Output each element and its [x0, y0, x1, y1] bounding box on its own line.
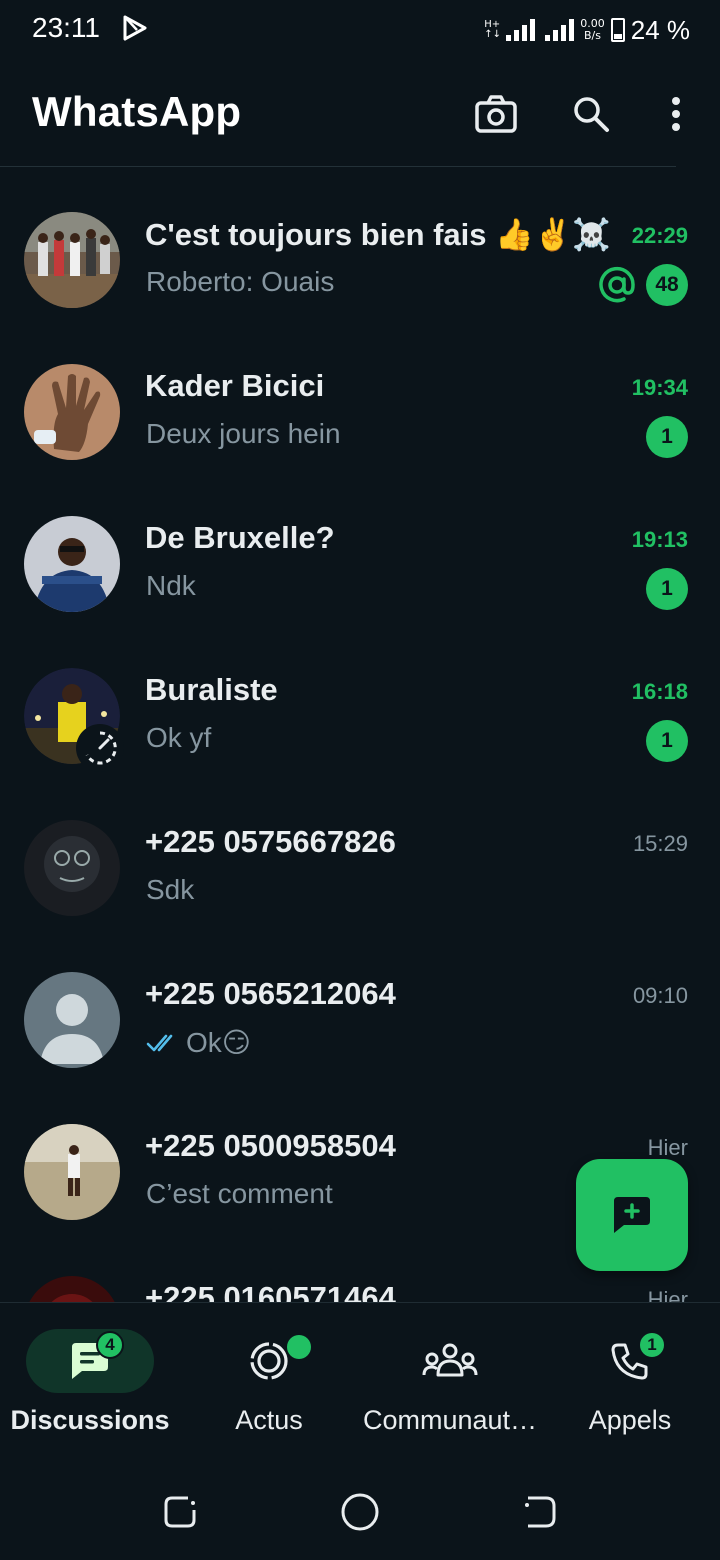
avatar — [24, 212, 120, 308]
chat-time: Hier — [647, 1135, 688, 1160]
avatar — [24, 820, 120, 916]
chat-time: Hier — [647, 1287, 688, 1302]
chat-row[interactable]: Kader Bicici Deux jours hein 19:34 1 — [0, 320, 720, 472]
chat-time: 19:13 — [631, 527, 688, 552]
chat-row[interactable]: C'est toujours bien fais 👍✌️☠️ Roberto: … — [0, 168, 720, 320]
tab-actus[interactable]: Actus — [205, 1303, 333, 1461]
chat-row[interactable]: Buraliste Ok yf 16:18 1 — [0, 624, 720, 776]
chat-row[interactable]: +225 0575667826 Sdk 15:29 — [0, 776, 720, 928]
chat-preview: C’est comment — [146, 1178, 333, 1209]
status-bar: 23:11 H+ ↑↓ 0.00 B/s 24 % — [0, 0, 720, 60]
app-title: WhatsApp — [32, 88, 242, 135]
chat-preview: Sdk — [146, 874, 195, 905]
unread-badge: 1 — [646, 568, 688, 610]
tab-discussions[interactable]: 4 Discussions — [10, 1303, 170, 1461]
tab-label: Communaut… — [362, 1405, 538, 1435]
avatar — [24, 1276, 120, 1302]
tab-label: Discussions — [10, 1405, 170, 1435]
more-vert-icon[interactable] — [652, 90, 700, 138]
tab-appels[interactable]: 1 Appels — [566, 1303, 694, 1461]
home-icon[interactable] — [340, 1492, 380, 1532]
tab-label: Appels — [588, 1405, 672, 1435]
search-icon[interactable] — [567, 90, 615, 138]
tab-badge: 1 — [638, 1331, 666, 1359]
communities-icon — [422, 1343, 478, 1377]
chat-preview: Ok😏 — [146, 1026, 251, 1059]
chat-time: 22:29 — [631, 223, 688, 248]
status-ring-icon — [76, 724, 124, 772]
chat-name: +225 0160571464 — [145, 1280, 396, 1302]
chat-name: +225 0565212064 — [145, 976, 396, 1011]
avatar — [24, 1124, 120, 1220]
signal-icon-2 — [545, 19, 575, 41]
bottom-nav: 4 Discussions Actus Communaut… 1 Appels — [0, 1302, 720, 1460]
play-store-icon — [123, 15, 147, 41]
chat-name: +225 0500958504 — [145, 1128, 396, 1163]
data-speed: 0.00 B/s — [580, 17, 605, 42]
updates-dot — [287, 1335, 311, 1359]
unread-badge: 1 — [646, 416, 688, 458]
header-divider — [0, 166, 676, 167]
chat-preview: Ok yf — [146, 722, 212, 753]
chat-row[interactable]: +225 0565212064 Ok😏 09:10 — [0, 928, 720, 1080]
status-time: 23:11 — [32, 12, 100, 43]
recents-icon[interactable] — [160, 1492, 200, 1532]
avatar — [24, 516, 120, 612]
avatar — [24, 364, 120, 460]
chat-preview: Roberto: Ouais — [146, 266, 335, 297]
chat-name: Kader Bicici — [145, 368, 325, 403]
updates-icon — [250, 1342, 288, 1380]
chat-time: 16:18 — [631, 679, 688, 704]
new-chat-icon — [614, 1197, 650, 1233]
battery-percent: 24 % — [630, 14, 690, 45]
network-type: H+ ↑↓ — [484, 19, 501, 40]
battery-icon — [610, 18, 625, 42]
status-indicators: H+ ↑↓ 0.00 B/s 24 % — [484, 10, 690, 50]
chat-preview: Deux jours hein — [146, 418, 341, 449]
app-bar: WhatsApp — [0, 60, 720, 168]
back-icon[interactable] — [520, 1492, 560, 1532]
signal-icon — [506, 19, 536, 41]
chat-name: C'est toujours bien fais 👍✌️☠️ — [145, 217, 611, 252]
mention-icon — [599, 266, 635, 303]
chat-time: 15:29 — [632, 831, 688, 856]
camera-icon[interactable] — [472, 90, 520, 138]
chat-row[interactable]: De Bruxelle? Ndk 19:13 1 — [0, 472, 720, 624]
tab-label: Actus — [235, 1405, 303, 1435]
chat-name: De Bruxelle? — [145, 520, 335, 555]
chat-preview: Ndk — [146, 570, 196, 601]
chat-time: 09:10 — [632, 983, 688, 1008]
chat-name: Buraliste — [145, 672, 278, 707]
chat-list: C'est toujours bien fais 👍✌️☠️ Roberto: … — [0, 168, 720, 1302]
avatar-placeholder — [24, 972, 120, 1068]
unread-badge: 1 — [646, 720, 688, 762]
tab-communautes[interactable]: Communaut… — [355, 1303, 545, 1461]
chat-name: +225 0575667826 — [145, 824, 396, 859]
system-nav-bar — [0, 1460, 720, 1560]
chat-time: 19:34 — [631, 375, 688, 400]
double-check-icon — [146, 1034, 173, 1051]
new-chat-button[interactable] — [576, 1159, 688, 1271]
unread-badge: 48 — [646, 264, 688, 306]
tab-badge: 4 — [96, 1331, 124, 1359]
